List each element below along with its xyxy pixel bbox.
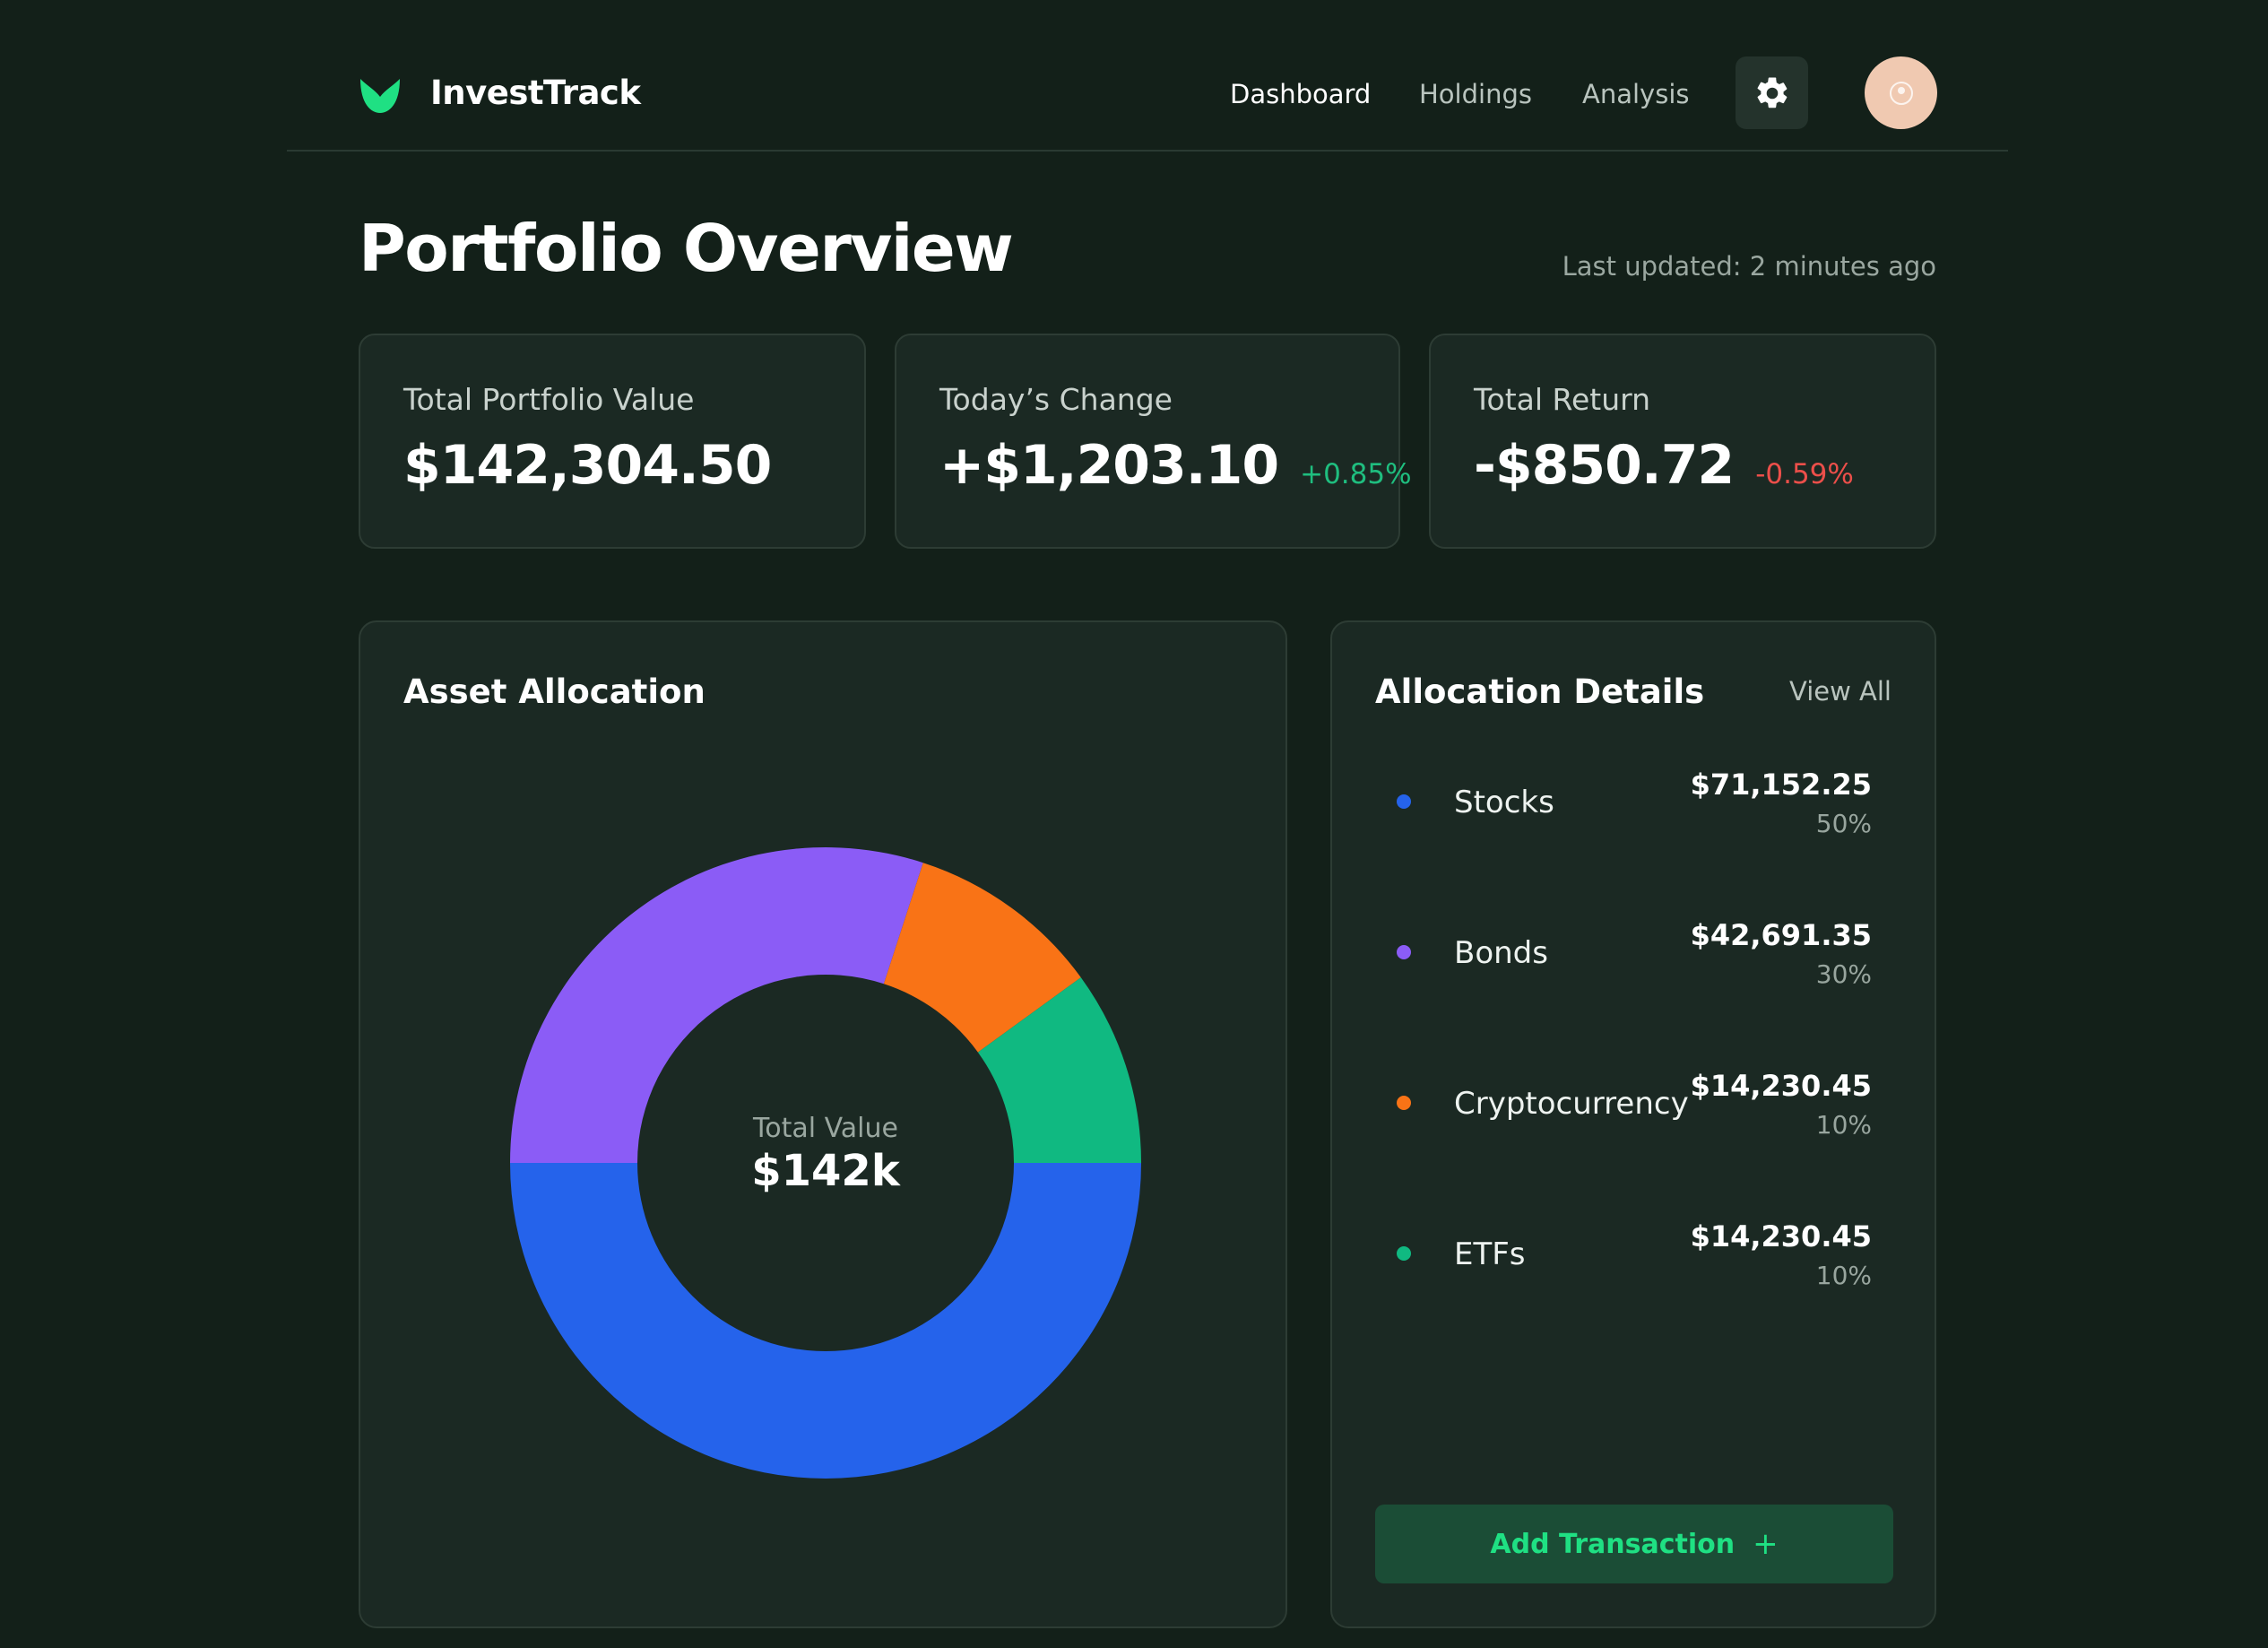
nav-holdings[interactable]: Holdings (1419, 79, 1532, 109)
allocation-name: Stocks (1454, 785, 1554, 820)
gear-icon (1757, 76, 1787, 108)
stat-label: Total Return (1474, 382, 1651, 417)
allocation-amount: $71,152.25 (1690, 768, 1872, 802)
stat-percent-positive: +0.85% (1300, 458, 1412, 490)
nav-dashboard[interactable]: Dashboard (1230, 79, 1371, 109)
stat-label: Total Portfolio Value (403, 382, 695, 417)
legend-dot (1397, 794, 1411, 809)
allocation-item-cryptocurrency[interactable]: Cryptocurrency $14,230.45 10% (1375, 1054, 1893, 1153)
nav-analysis[interactable]: Analysis (1582, 79, 1689, 109)
stat-row: +$1,203.10 +0.85% (939, 434, 1412, 497)
stat-value: -$850.72 (1474, 434, 1735, 497)
add-transaction-label: Add Transaction (1490, 1528, 1736, 1560)
stat-percent-negative: -0.59% (1755, 458, 1854, 490)
stat-label: Today’s Change (939, 382, 1173, 417)
donut-chart: Total Value $142k (510, 847, 1141, 1479)
last-updated: Last updated: 2 minutes ago (1562, 251, 1936, 282)
asset-allocation-panel: Asset Allocation Total Value $142k (359, 620, 1287, 1628)
app-root: InvestTrack Dashboard Holdings Analysis … (0, 0, 2268, 1648)
allocation-details-panel: Allocation Details View All Stocks $71,1… (1330, 620, 1936, 1628)
allocation-item-etfs[interactable]: ETFs $14,230.45 10% (1375, 1205, 1893, 1304)
allocation-item-stocks[interactable]: Stocks $71,152.25 50% (1375, 753, 1893, 852)
allocation-amount: $14,230.45 (1690, 1069, 1872, 1103)
allocation-name: Cryptocurrency (1454, 1086, 1689, 1122)
allocation-amount: $42,691.35 (1690, 918, 1872, 952)
donut-center-value: $142k (751, 1146, 901, 1196)
todays-change-card: Today’s Change +$1,203.10 +0.85% (895, 334, 1412, 549)
allocation-percent: 30% (1815, 959, 1872, 989)
plus-icon: + (1753, 1526, 1779, 1562)
legend-dot (1397, 1096, 1411, 1110)
stat-value: $142,304.50 (403, 434, 772, 497)
top-header: InvestTrack Dashboard Holdings Analysis (287, 0, 2008, 152)
allocation-percent: 10% (1815, 1261, 1872, 1290)
allocation-amount: $14,230.45 (1690, 1219, 1872, 1253)
allocation-name: Bonds (1454, 935, 1548, 971)
avatar-icon (1889, 81, 1913, 105)
legend-dot (1397, 1246, 1411, 1261)
allocation-percent: 10% (1815, 1110, 1872, 1140)
stat-row: $142,304.50 (403, 434, 772, 497)
donut-center-label: Total Value (752, 1113, 898, 1144)
page-title: Portfolio Overview (359, 211, 1014, 286)
settings-button[interactable] (1736, 56, 1808, 129)
allocation-percent: 50% (1815, 809, 1872, 838)
total-value-card: Total Portfolio Value $142,304.50 (359, 334, 866, 549)
stat-value: +$1,203.10 (939, 434, 1279, 497)
user-avatar[interactable] (1865, 56, 1937, 129)
logo-icon (360, 79, 400, 113)
add-transaction-button[interactable]: Add Transaction + (1375, 1505, 1893, 1583)
view-all-link[interactable]: View All (1789, 676, 1891, 707)
allocation-item-bonds[interactable]: Bonds $42,691.35 30% (1375, 904, 1893, 1002)
donut-slice-stocks[interactable] (510, 1163, 1141, 1479)
brand-name: InvestTrack (430, 74, 641, 112)
legend-dot (1397, 945, 1411, 959)
total-return-card: Total Return -$850.72 -0.59% (1429, 334, 1936, 549)
stat-row: -$850.72 -0.59% (1474, 434, 1854, 497)
allocation-name: ETFs (1454, 1236, 1526, 1272)
panel-title: Allocation Details (1375, 672, 1705, 711)
